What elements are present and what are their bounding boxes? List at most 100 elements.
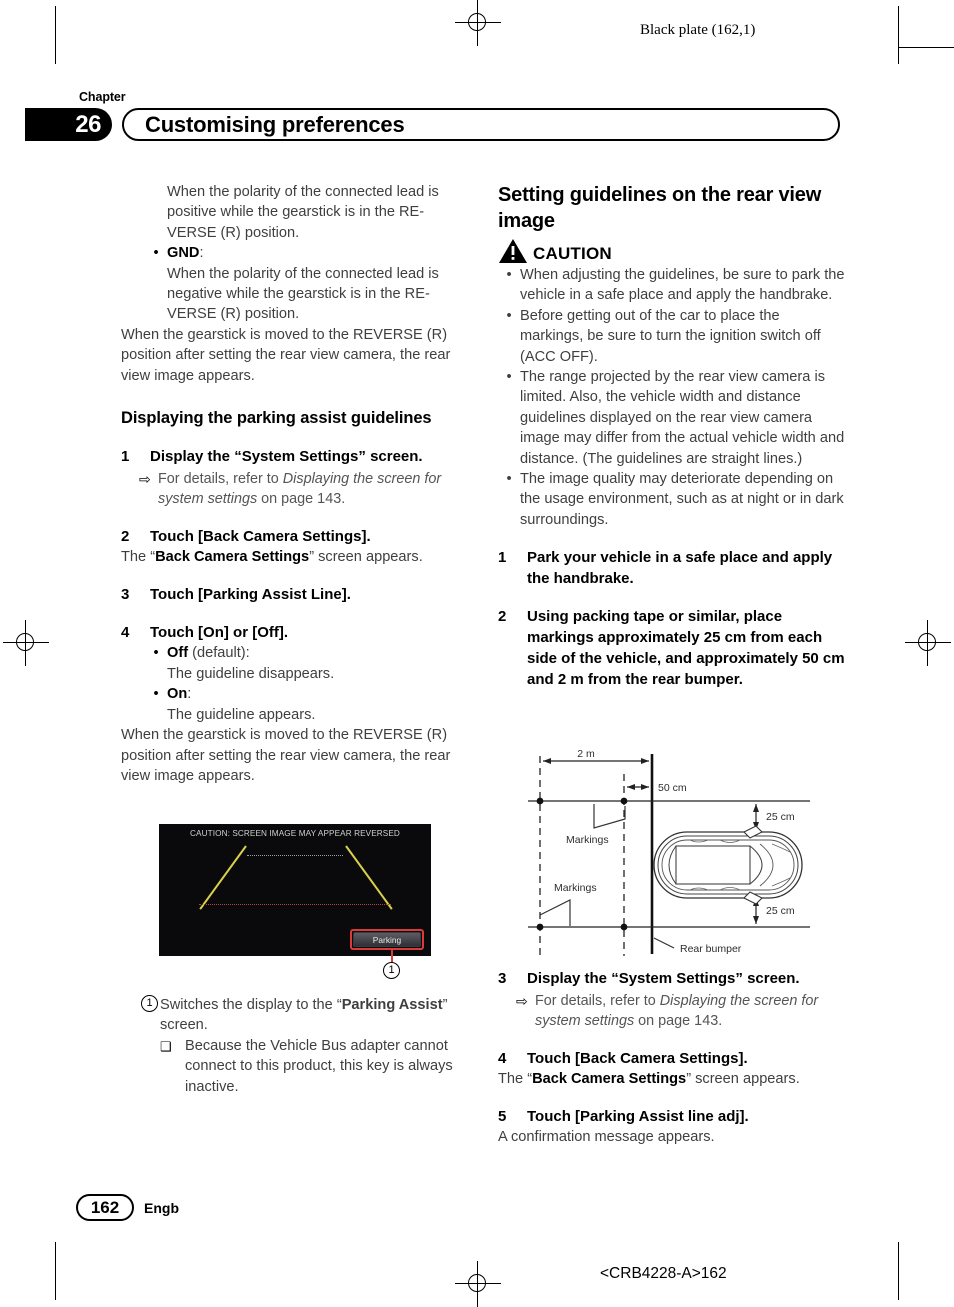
- right-column: Setting guidelines on the rear view imag…: [498, 182, 846, 690]
- right-column-continued: 3 Display the “System Settings” screen. …: [498, 968, 846, 1148]
- marking-tape-bottom: [539, 899, 571, 926]
- option-on: • On:: [145, 684, 469, 704]
- gnd-bullet: • GND:: [145, 243, 469, 263]
- caution-header: CAUTION: [498, 238, 846, 264]
- caution-bullet-4: • The image quality may deteriorate depe…: [498, 469, 846, 530]
- document-code-footer: <CRB4228-A>162: [600, 1265, 727, 1282]
- caution-bullet-4-text: The image quality may deteriorate depend…: [520, 471, 844, 528]
- manual-page: Black plate (162,1) <CRB4228-A>162 Chapt…: [0, 0, 954, 1307]
- crop-mark-top-right: [898, 6, 900, 64]
- bullet-dot-icon: •: [506, 471, 512, 488]
- callout-explanation-text: Switches the display to the “Parking Ass…: [160, 995, 470, 1036]
- language-code: Engb: [144, 1200, 179, 1216]
- step-2-result: The “Back Camera Settings” screen appear…: [121, 547, 469, 567]
- crop-mark-bottom-left: [55, 1242, 57, 1300]
- right-step-1-text: Park your vehicle in a safe place and ap…: [527, 549, 833, 588]
- right-step-5-text: Touch [Parking Assist line adj].: [527, 1108, 749, 1126]
- after-gnd-paragraph: When the gearstick is moved to the REVER…: [121, 326, 451, 384]
- dimension-label-25cm-top: 25 cm: [766, 811, 795, 823]
- chapter-number-badge: 26: [25, 108, 112, 141]
- dimension-label-2m: 2 m: [577, 748, 595, 760]
- chapter-number: 26: [75, 111, 101, 138]
- caution-bullet-1: • When adjusting the guidelines, be sure…: [498, 265, 846, 306]
- registration-mark-left: [3, 620, 49, 666]
- marking-dot: [620, 797, 628, 805]
- section-heading-parking-guidelines: Displaying the parking assist guidelines: [121, 409, 432, 428]
- callout-explanation: Switches the display to the “Parking Ass…: [160, 995, 470, 1097]
- right-step-3-reference: ⇨ For details, refer to Displaying the s…: [516, 991, 846, 1031]
- callout-marker-1: 1: [141, 995, 158, 1012]
- right-step-1: 1 Park your vehicle in a safe place and …: [498, 547, 846, 589]
- option-off-term: Off: [167, 645, 189, 662]
- dimension-label-25cm-bottom: 25 cm: [766, 905, 795, 917]
- step-3-number: 3: [121, 586, 130, 604]
- bullet-dot-icon: •: [506, 369, 512, 386]
- gnd-colon: :: [199, 245, 204, 262]
- right-step-3-ref-prefix: For details, refer to: [535, 993, 660, 1009]
- registration-mark-right: [905, 620, 951, 666]
- bullet-dot-icon: •: [506, 307, 512, 324]
- option-on-description: The guideline appears.: [167, 706, 316, 723]
- step-3: 3 Touch [Parking Assist Line].: [121, 584, 469, 605]
- step-2-result-post: ” screen appears.: [309, 549, 423, 566]
- right-step-1-number: 1: [498, 549, 507, 567]
- near-distance-dotted-line: [199, 904, 391, 905]
- right-step-4-result-pre: The “: [498, 1071, 533, 1087]
- step-1-text: Display the “System Settings” screen.: [150, 448, 423, 466]
- chapter-label: Chapter: [79, 90, 126, 104]
- rear-view-camera-screenshot: CAUTION: SCREEN IMAGE MAY APPEAR REVERSE…: [159, 824, 431, 956]
- label-rear-bumper: Rear bumper: [680, 943, 742, 955]
- right-step-3: 3 Display the “System Settings” screen.: [498, 968, 846, 989]
- crop-mark-top-left: [55, 6, 57, 64]
- step-2-text: Touch [Back Camera Settings].: [150, 528, 371, 546]
- label-markings-top: Markings: [566, 834, 609, 846]
- right-step-2-number: 2: [498, 608, 507, 626]
- right-step-4-result-screen: Back Camera Settings: [532, 1071, 687, 1087]
- right-step-4-result: The “Back Camera Settings” screen appear…: [498, 1069, 846, 1089]
- dimension-label-50cm: 50 cm: [658, 782, 687, 794]
- bullet-dot-icon: •: [153, 645, 159, 662]
- registration-mark-bottom: [455, 1261, 501, 1307]
- caution-bullet-1-text: When adjusting the guidelines, be sure t…: [520, 267, 845, 304]
- step-2-result-pre: The “: [121, 549, 156, 566]
- left-column: When the polarity of the connected lead …: [121, 182, 469, 786]
- caution-bullet-2-text: Before getting out of the car to place t…: [520, 307, 821, 365]
- callout-pre: Switches the display to the “: [160, 997, 342, 1013]
- note-square-icon: ❑: [160, 1038, 172, 1054]
- step-1-ref-suffix: on page 143.: [257, 491, 346, 508]
- reference-arrow-icon: ⇨: [516, 993, 528, 1009]
- closing-paragraph: When the gearstick is moved to the REVER…: [121, 727, 451, 784]
- intro-paragraph: When the polarity of the connected lead …: [167, 184, 439, 241]
- right-step-3-text: Display the “System Settings” screen.: [527, 970, 800, 987]
- callout-note-text: Because the Vehicle Bus adapter cannot c…: [185, 1037, 453, 1095]
- black-plate-label: Black plate (162,1): [640, 22, 756, 38]
- option-off-description: The guideline disappears.: [167, 665, 335, 682]
- right-step-5-result: A confirmation message appears.: [498, 1129, 715, 1146]
- bullet-dot-icon: •: [506, 267, 512, 283]
- step-2-result-screen: Back Camera Settings: [155, 549, 310, 566]
- caution-bullet-2: • Before getting out of the car to place…: [498, 306, 846, 367]
- marking-dot: [536, 797, 544, 805]
- step-2-number: 2: [121, 528, 130, 546]
- step-1-ref-prefix: For details, refer to: [158, 471, 283, 488]
- step-4: 4 Touch [On] or [Off].: [121, 622, 469, 643]
- bullet-dot-icon: •: [153, 686, 159, 703]
- right-step-4-text: Touch [Back Camera Settings].: [527, 1050, 748, 1067]
- caution-bullet-3-text: The range projected by the rear view cam…: [520, 369, 845, 467]
- crop-mark-bottom-right: [898, 1242, 900, 1300]
- option-on-qualifier: :: [187, 686, 192, 703]
- step-1: 1 Display the “System Settings” screen.: [121, 446, 469, 467]
- guideline-right: [345, 845, 393, 910]
- far-distance-dotted-line: [247, 855, 343, 856]
- bullet-dot-icon: •: [153, 245, 159, 262]
- right-step-3-ref-suffix: on page 143.: [634, 1013, 723, 1029]
- section-heading-setting-guidelines: Setting guidelines on the rear view imag…: [498, 184, 822, 232]
- caution-bullet-3: • The range projected by the rear view c…: [498, 367, 846, 469]
- right-step-2: 2 Using packing tape or similar, place m…: [498, 606, 846, 690]
- caution-label: CAUTION: [533, 244, 612, 263]
- parking-assist-key[interactable]: Parking: [353, 932, 421, 947]
- gnd-term: GND: [167, 245, 200, 262]
- step-1-reference: ⇨ For details, refer to Displaying the s…: [139, 469, 469, 509]
- step-4-text: Touch [On] or [Off].: [150, 624, 289, 642]
- right-step-4-number: 4: [498, 1050, 507, 1067]
